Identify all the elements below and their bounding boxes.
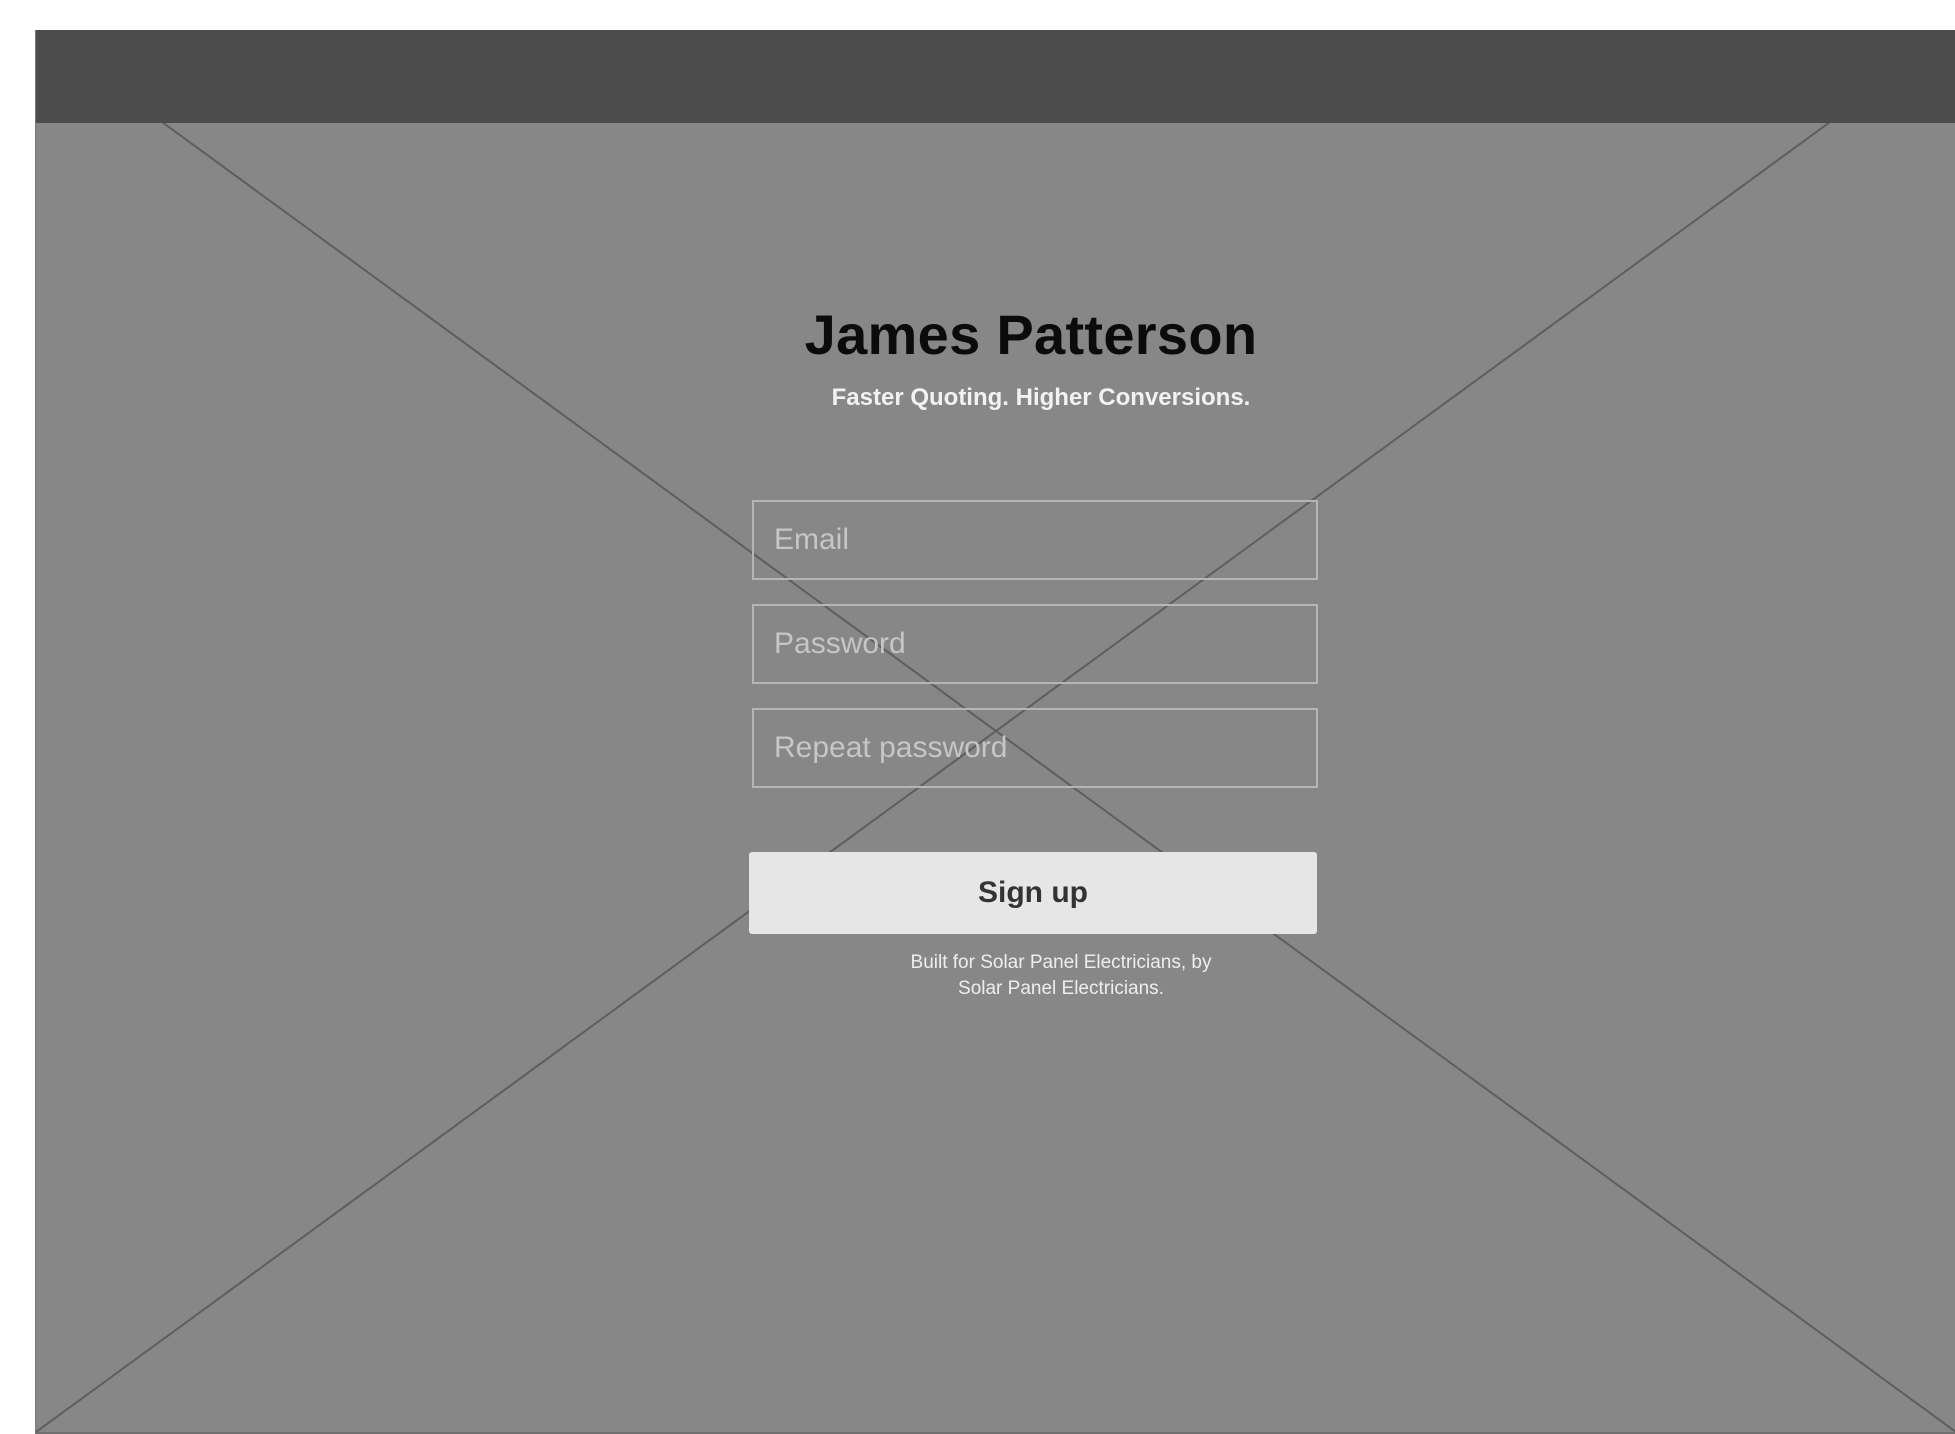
repeat-password-field[interactable]: Repeat password <box>752 708 1318 788</box>
footer-note-line-2: Solar Panel Electricians. <box>958 978 1164 999</box>
password-field[interactable]: Password <box>752 604 1318 684</box>
background-image-placeholder: James Patterson Faster Quoting. Higher C… <box>35 30 1955 1434</box>
tagline: Faster Quoting. Higher Conversions. <box>831 384 1251 411</box>
page-title: James Patterson <box>804 303 1258 366</box>
top-navigation-bar <box>36 30 1955 123</box>
email-field[interactable]: Email <box>752 500 1318 580</box>
footer-note: Built for Solar Panel Electricians, by S… <box>876 950 1246 1002</box>
signup-button[interactable]: Sign up <box>749 852 1317 934</box>
footer-note-line-1: Built for Solar Panel Electricians, by <box>910 952 1212 973</box>
